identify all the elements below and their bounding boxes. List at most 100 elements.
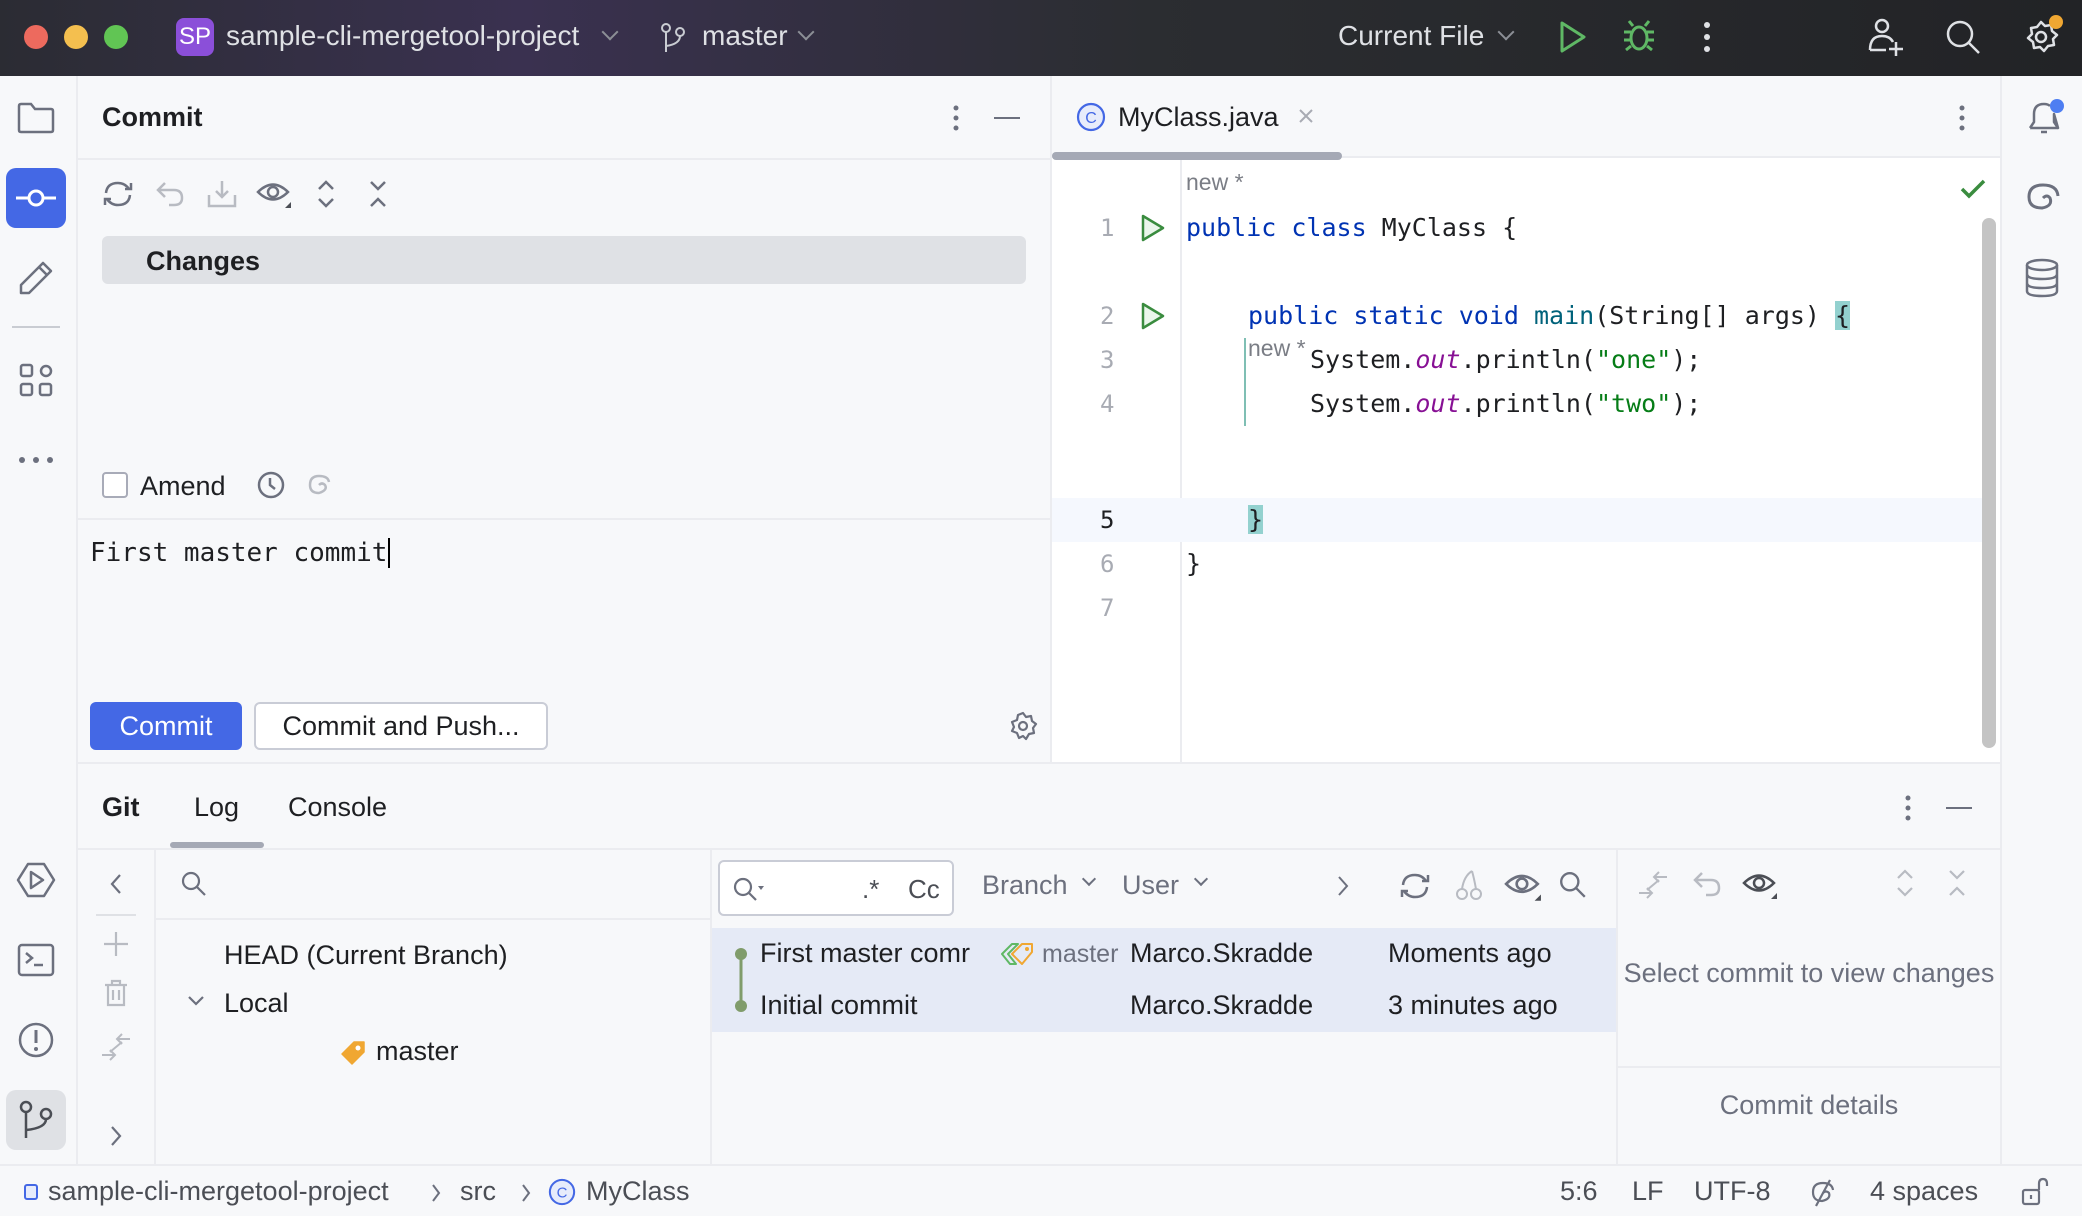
expand-all-button[interactable] [306,174,346,214]
tool-problems[interactable] [6,1010,66,1070]
more-vertical-icon[interactable] [1904,794,1912,822]
current-line-highlight [1052,498,1992,542]
chevron-down-icon [1081,871,1097,887]
breadcrumb-src[interactable]: src [460,1176,496,1207]
tool-commit[interactable] [6,168,66,228]
collapse-all-icon[interactable] [1946,868,1968,898]
caret-position[interactable]: 5:6 [1560,1176,1598,1207]
tool-more[interactable] [6,430,66,490]
rollback-button[interactable] [150,174,190,214]
search-icon[interactable] [180,870,208,898]
tool-git[interactable] [6,1090,66,1150]
indent-setting[interactable]: 4 spaces [1870,1176,1978,1207]
more-vertical-icon[interactable] [952,104,960,132]
collapse-all-button[interactable] [358,174,398,214]
ai-disabled-icon[interactable] [1808,1178,1838,1208]
chevron-down-icon[interactable] [186,994,206,1008]
shelve-button[interactable] [202,174,242,214]
commit-row[interactable]: First master comr master Marco.Skradde M… [712,928,1618,980]
minimize-panel-button[interactable] [1946,807,1972,809]
undo-icon[interactable] [1692,870,1722,898]
expand-all-icon[interactable] [1894,868,1916,898]
eye-icon[interactable] [1504,870,1542,902]
changes-group-row[interactable]: Changes [102,236,1026,284]
commit-row[interactable]: Initial commit Marco.Skradde 3 minutes a… [712,980,1618,1032]
git-branch-icon [19,1100,53,1138]
commit-options-gear-icon[interactable] [1008,710,1038,742]
breadcrumb-separator-icon [432,1184,441,1202]
database-icon[interactable] [2024,258,2060,298]
branch-tree-local[interactable]: Local [224,988,289,1019]
editor: C MyClass.java new * new * 1 public clas… [1052,76,2000,762]
code-line-3: System.out.println("one"); [1310,345,1702,374]
tab-log[interactable]: Log [194,792,239,823]
run-gutter-icon[interactable] [1140,214,1166,242]
close-tab-icon[interactable] [1298,108,1314,124]
commit-button[interactable]: Commit [90,702,242,750]
file-encoding[interactable]: UTF-8 [1694,1176,1771,1207]
amend-checkbox[interactable] [102,472,128,498]
cherry-pick-icon[interactable] [1454,868,1484,902]
minimize-panel-button[interactable] [994,117,1020,119]
regex-toggle[interactable]: .* [862,874,879,905]
tool-pull-requests[interactable] [6,248,66,308]
line-separator[interactable]: LF [1632,1176,1664,1207]
unlock-icon[interactable] [2020,1176,2050,1208]
maximize-window-button[interactable] [104,25,128,49]
line-number: 4 [1100,390,1115,418]
run-icon[interactable] [1558,20,1588,54]
line-number: 5 [1100,506,1115,534]
tool-project[interactable] [6,88,66,148]
more-vertical-icon[interactable] [1958,104,1966,132]
log-text-filter-input[interactable]: .* Cc [718,860,954,916]
delete-branch-icon[interactable] [102,978,130,1008]
tool-structure[interactable] [6,350,66,410]
chevron-down-icon [797,23,815,41]
add-branch-icon[interactable] [102,930,130,958]
commit-history-icon[interactable] [256,470,286,500]
left-tool-strip [0,76,78,1164]
tab-console[interactable]: Console [288,792,387,823]
tool-terminal[interactable] [6,930,66,990]
add-user-icon[interactable] [1866,16,1906,58]
compare-icon[interactable] [100,1032,132,1062]
notifications-icon[interactable] [2022,96,2066,140]
chevron-left-icon[interactable] [108,872,124,896]
git-tool-window: Git Log Console HEAD (Current Branch) Lo… [78,762,2000,1166]
refresh-icon[interactable] [1398,870,1432,902]
toolbar-separator [12,326,60,328]
view-options-button[interactable] [254,174,294,214]
close-window-button[interactable] [24,25,48,49]
code-line-4: System.out.println("two"); [1310,389,1702,418]
editor-scrollbar[interactable] [1982,218,1996,748]
branch-tree-head[interactable]: HEAD (Current Branch) [224,940,508,971]
refresh-icon [103,181,133,207]
chevron-right-icon[interactable] [108,1124,124,1148]
chevron-right-icon[interactable] [1336,874,1350,898]
refresh-button[interactable] [98,174,138,214]
minimize-window-button[interactable] [64,25,88,49]
eye-icon[interactable] [1742,870,1778,900]
breadcrumb-class[interactable]: MyClass [586,1176,690,1207]
debug-icon[interactable] [1622,18,1656,54]
match-case-toggle[interactable]: Cc [908,874,940,905]
project-badge: SP [176,18,214,56]
undo-icon [156,182,184,207]
ai-assistant-icon[interactable] [306,472,332,498]
code-vision-hint[interactable]: new * [1186,162,1244,202]
ai-assistant-icon[interactable] [2024,180,2062,216]
settings-icon[interactable] [2022,14,2064,56]
commit-log-table: First master comr master Marco.Skradde M… [712,928,1618,1032]
compare-icon[interactable] [1636,870,1670,900]
tab-myclass-java[interactable]: C MyClass.java [1052,76,1342,160]
run-gutter-icon[interactable] [1140,302,1166,330]
commit-and-push-button[interactable]: Commit and Push... [254,702,548,750]
search-everywhere-icon[interactable] [1944,18,1982,56]
search-icon[interactable] [1558,870,1588,900]
collapse-all-icon [370,181,386,207]
no-problems-check-icon[interactable] [1960,178,1986,200]
commit-message: Initial commit [760,990,918,1020]
more-vertical-icon[interactable] [1702,20,1712,54]
tool-services[interactable] [6,850,66,910]
breadcrumb-project[interactable]: sample-cli-mergetool-project [48,1176,389,1207]
